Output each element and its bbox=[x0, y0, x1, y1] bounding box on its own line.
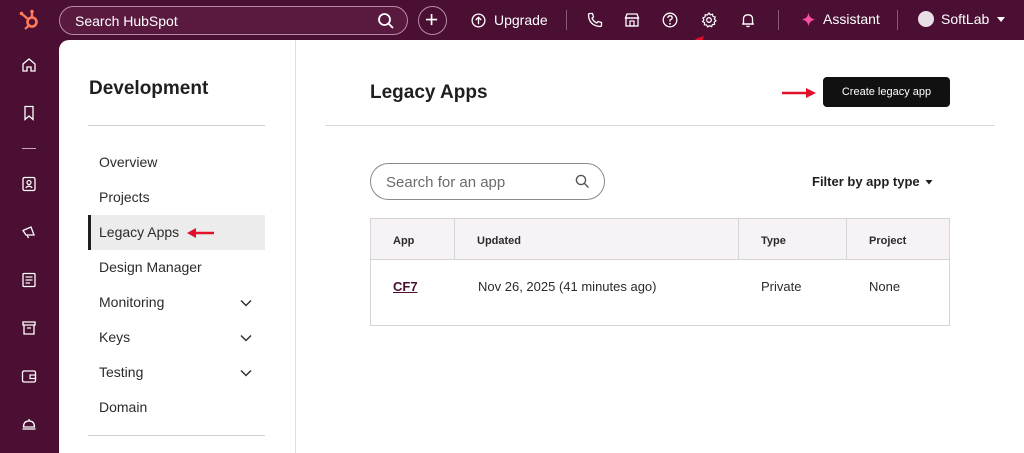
sidenav-item-label: Design Manager bbox=[99, 259, 202, 275]
wallet-icon[interactable] bbox=[20, 367, 38, 385]
column-header-app[interactable]: App bbox=[371, 219, 455, 260]
content-panel: Development Overview Projects Legacy App… bbox=[59, 40, 1024, 453]
sidenav-item-label: Keys bbox=[99, 329, 131, 345]
sidenav-item-keys[interactable]: Keys bbox=[88, 320, 265, 355]
marketplace-icon[interactable] bbox=[623, 11, 641, 29]
bookmark-icon[interactable] bbox=[20, 104, 38, 122]
column-header-updated[interactable]: Updated bbox=[455, 219, 739, 260]
avatar bbox=[918, 11, 934, 27]
chevron-down-icon bbox=[240, 299, 252, 307]
upgrade-button[interactable]: Upgrade bbox=[471, 11, 548, 29]
settings-gear-icon[interactable] bbox=[700, 11, 718, 29]
topbar-divider bbox=[566, 10, 567, 30]
app-search-input[interactable]: Search for an app bbox=[370, 163, 605, 200]
search-icon[interactable] bbox=[377, 12, 395, 30]
sidenav-item-label: Projects bbox=[99, 189, 150, 205]
search-icon bbox=[575, 174, 589, 188]
chevron-down-icon bbox=[240, 334, 252, 342]
sidenav-item-monitoring[interactable]: Monitoring bbox=[88, 285, 265, 320]
caret-down-icon bbox=[925, 179, 933, 184]
app-search-placeholder: Search for an app bbox=[386, 174, 506, 191]
legacy-apps-table: App Updated Type Project CF7 Nov 26, 202… bbox=[370, 218, 950, 326]
account-menu[interactable]: SoftLab bbox=[918, 11, 1006, 27]
sidenav-divider bbox=[88, 125, 265, 126]
page-title: Legacy Apps bbox=[370, 82, 488, 103]
sparkle-icon bbox=[801, 11, 816, 27]
sidenav-item-label: Legacy Apps bbox=[99, 224, 180, 240]
sidenav-item-legacy-apps[interactable]: Legacy Apps bbox=[88, 215, 265, 250]
topbar-divider bbox=[778, 10, 779, 30]
column-header-type[interactable]: Type bbox=[739, 219, 847, 260]
rail-divider bbox=[22, 148, 36, 149]
sidenav-item-label: Domain bbox=[99, 399, 148, 415]
arrow-up-circle-icon bbox=[471, 12, 486, 28]
sidenav-item-projects[interactable]: Projects bbox=[88, 180, 265, 215]
top-navigation-bar: Search HubSpot Upgrade Assistant SoftLab bbox=[0, 0, 1024, 40]
global-search-placeholder: Search HubSpot bbox=[75, 13, 178, 29]
service-bell-icon[interactable] bbox=[20, 415, 38, 433]
caret-down-icon bbox=[997, 17, 1006, 22]
sidenav-divider bbox=[88, 435, 265, 436]
marketing-megaphone-icon[interactable] bbox=[20, 223, 38, 241]
left-rail bbox=[0, 40, 59, 453]
assistant-label: Assistant bbox=[823, 11, 880, 27]
header-divider bbox=[325, 125, 995, 126]
filter-by-app-type-dropdown[interactable]: Filter by app type bbox=[812, 174, 933, 189]
hubspot-logo-icon[interactable] bbox=[18, 9, 40, 31]
annotation-arrow-create bbox=[782, 88, 816, 98]
annotation-arrow-legacy-apps bbox=[187, 228, 214, 238]
sidenav-title: Development bbox=[89, 78, 209, 99]
plus-icon bbox=[425, 13, 438, 26]
development-sidenav: Development Overview Projects Legacy App… bbox=[59, 40, 296, 453]
global-search-bar[interactable]: Search HubSpot bbox=[59, 6, 408, 35]
sidenav-item-domain[interactable]: Domain bbox=[88, 390, 265, 425]
account-name: SoftLab bbox=[941, 11, 990, 27]
content-icon[interactable] bbox=[20, 271, 38, 289]
app-type-cell: Private bbox=[761, 279, 802, 294]
filter-label: Filter by app type bbox=[812, 174, 920, 189]
column-header-project[interactable]: Project bbox=[847, 219, 949, 260]
sidenav-item-testing[interactable]: Testing bbox=[88, 355, 265, 390]
create-new-button[interactable] bbox=[418, 6, 447, 35]
upgrade-label: Upgrade bbox=[494, 12, 548, 28]
home-icon[interactable] bbox=[20, 56, 38, 74]
app-project-cell: None bbox=[869, 279, 901, 294]
commerce-icon[interactable] bbox=[20, 319, 38, 337]
sidenav-item-label: Testing bbox=[99, 364, 144, 380]
app-updated-cell: Nov 26, 2025 (41 minutes ago) bbox=[478, 279, 657, 294]
help-icon[interactable] bbox=[661, 11, 679, 29]
sidenav-item-label: Monitoring bbox=[99, 294, 165, 310]
sidenav-item-design-manager[interactable]: Design Manager bbox=[88, 250, 265, 285]
app-name-link[interactable]: CF7 bbox=[393, 279, 418, 294]
notifications-bell-icon[interactable] bbox=[739, 11, 757, 29]
chevron-down-icon bbox=[240, 369, 252, 377]
topbar-divider bbox=[897, 10, 898, 30]
assistant-button[interactable]: Assistant bbox=[801, 11, 880, 27]
sidenav-item-overview[interactable]: Overview bbox=[88, 145, 265, 180]
create-legacy-app-button[interactable]: Create legacy app bbox=[823, 77, 950, 107]
table-header: App Updated Type Project bbox=[371, 219, 949, 260]
sidenav-item-label: Overview bbox=[99, 154, 158, 170]
main-content: Legacy Apps Create legacy app Search for… bbox=[325, 40, 995, 453]
contacts-icon[interactable] bbox=[20, 175, 38, 193]
phone-icon[interactable] bbox=[586, 11, 604, 29]
